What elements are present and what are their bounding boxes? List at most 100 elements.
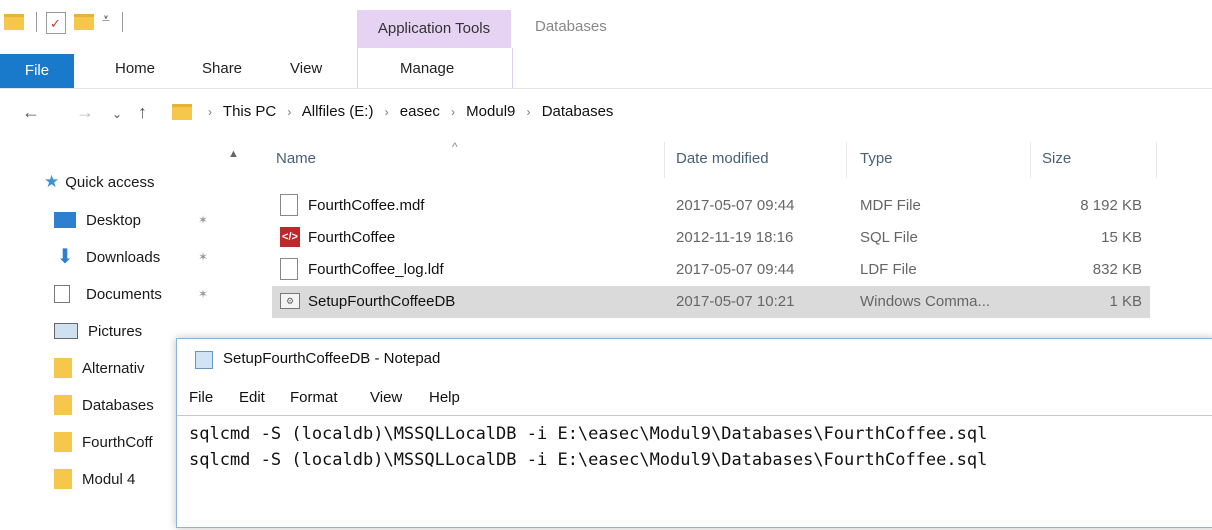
cmd-file-icon: ⚙ bbox=[280, 293, 300, 309]
chevron-right-icon[interactable]: › bbox=[451, 105, 455, 119]
breadcrumb-allfiles[interactable]: Allfiles (E:) bbox=[302, 103, 374, 120]
column-divider[interactable] bbox=[846, 142, 847, 178]
context-group-label: Application Tools bbox=[377, 20, 491, 37]
tab-file[interactable]: File bbox=[0, 54, 74, 88]
nav-item-fourthcoffee[interactable]: FourthCoff bbox=[54, 427, 153, 457]
folder-icon bbox=[54, 395, 72, 415]
file-type: MDF File bbox=[860, 197, 921, 214]
file-date: 2017-05-07 10:21 bbox=[676, 293, 795, 310]
folder-icon bbox=[54, 432, 72, 452]
menu-view[interactable]: View bbox=[370, 389, 402, 406]
nav-item-label: Databases bbox=[82, 396, 154, 414]
file-size: 1 KB bbox=[1109, 293, 1142, 310]
breadcrumb-this-pc[interactable]: This PC bbox=[223, 103, 276, 120]
column-divider[interactable] bbox=[664, 142, 665, 178]
nav-item-desktop[interactable]: Desktop bbox=[54, 205, 141, 235]
recent-locations-chevron-icon[interactable]: ⌄ bbox=[112, 107, 122, 121]
notepad-icon bbox=[195, 351, 213, 369]
file-size: 15 KB bbox=[1101, 229, 1142, 246]
file-name: FourthCoffee.mdf bbox=[308, 197, 425, 214]
tab-view[interactable]: View bbox=[290, 60, 322, 77]
breadcrumb-easec[interactable]: easec bbox=[400, 103, 440, 120]
chevron-right-icon: › bbox=[208, 105, 212, 119]
nav-item-modul4[interactable]: Modul 4 bbox=[54, 464, 135, 494]
nav-item-label: Downloads bbox=[86, 248, 161, 266]
tab-home[interactable]: Home bbox=[115, 60, 155, 77]
window-location-title: Databases bbox=[535, 18, 607, 35]
file-date: 2017-05-07 09:44 bbox=[676, 197, 795, 214]
desktop-icon bbox=[54, 212, 76, 228]
breadcrumb-modul9[interactable]: Modul9 bbox=[466, 103, 515, 120]
star-icon: ★ bbox=[44, 172, 60, 191]
menu-file[interactable]: File bbox=[189, 389, 213, 406]
chevron-right-icon[interactable]: › bbox=[527, 105, 531, 119]
column-header-date[interactable]: Date modified bbox=[676, 150, 769, 167]
menu-help[interactable]: Help bbox=[429, 389, 460, 406]
column-header-type[interactable]: Type bbox=[860, 150, 893, 167]
toolbar-divider bbox=[122, 12, 123, 32]
menu-format[interactable]: Format bbox=[290, 389, 338, 406]
nav-item-label: Modul 4 bbox=[82, 470, 136, 488]
sort-ascending-icon: ^ bbox=[452, 140, 458, 154]
pin-icon[interactable]: ✶ bbox=[198, 287, 208, 301]
file-type: SQL File bbox=[860, 229, 918, 246]
folder-icon bbox=[54, 358, 72, 378]
nav-item-label: FourthCoff bbox=[82, 433, 153, 451]
folder-icon bbox=[54, 469, 72, 489]
forward-arrow-icon[interactable]: → bbox=[76, 102, 94, 123]
column-divider[interactable] bbox=[1030, 142, 1031, 178]
chevron-right-icon[interactable]: › bbox=[385, 105, 389, 119]
file-name: FourthCoffee bbox=[308, 229, 396, 246]
chevron-right-icon[interactable]: › bbox=[287, 105, 291, 119]
nav-quick-access[interactable]: ★ Quick access bbox=[44, 172, 154, 192]
file-size: 8 192 KB bbox=[1080, 197, 1142, 214]
column-divider[interactable] bbox=[1156, 142, 1157, 178]
file-icon bbox=[280, 194, 298, 216]
notepad-title: SetupFourthCoffeeDB - Notepad bbox=[223, 350, 441, 367]
nav-item-downloads[interactable]: ⬇ Downloads bbox=[54, 242, 161, 272]
nav-item-documents[interactable]: Documents bbox=[54, 279, 162, 309]
pictures-icon bbox=[54, 323, 78, 339]
file-date: 2017-05-07 09:44 bbox=[676, 261, 795, 278]
download-icon: ⬇ bbox=[56, 246, 74, 268]
documents-icon bbox=[54, 285, 70, 303]
pin-icon[interactable]: ✶ bbox=[198, 213, 208, 227]
nav-quick-access-label: Quick access bbox=[65, 173, 155, 191]
customize-toolbar-icon[interactable]: ⩡ bbox=[102, 10, 110, 27]
file-row[interactable]: </> FourthCoffee 2012-11-19 18:16 SQL Fi… bbox=[272, 222, 1150, 254]
nav-item-label: Documents bbox=[86, 285, 162, 303]
tab-share[interactable]: Share bbox=[202, 60, 242, 77]
properties-icon[interactable]: ✓ bbox=[46, 12, 66, 34]
pin-icon[interactable]: ✶ bbox=[198, 250, 208, 264]
tab-manage[interactable]: Manage bbox=[400, 60, 454, 77]
file-name: SetupFourthCoffeeDB bbox=[308, 293, 456, 310]
back-arrow-icon[interactable]: ← bbox=[22, 102, 40, 123]
nav-item-label: Desktop bbox=[86, 211, 142, 229]
scroll-up-arrow-icon[interactable]: ▲ bbox=[228, 148, 239, 160]
folder-icon[interactable] bbox=[4, 14, 24, 30]
new-folder-icon[interactable] bbox=[74, 14, 94, 30]
notepad-text-area[interactable]: sqlcmd -S (localdb)\MSSQLLocalDB -i E:\e… bbox=[177, 415, 1212, 530]
sql-file-icon: </> bbox=[280, 227, 300, 247]
file-row[interactable]: FourthCoffee.mdf 2017-05-07 09:44 MDF Fi… bbox=[272, 190, 1150, 222]
file-type: Windows Comma... bbox=[860, 293, 991, 310]
notepad-window[interactable]: SetupFourthCoffeeDB - Notepad File Edit … bbox=[176, 338, 1212, 528]
nav-item-pictures[interactable]: Pictures bbox=[54, 316, 142, 346]
breadcrumb: › This PC › Allfiles (E:) › easec › Modu… bbox=[208, 103, 613, 120]
file-row[interactable]: FourthCoffee_log.ldf 2017-05-07 09:44 LD… bbox=[272, 254, 1150, 286]
file-type: LDF File bbox=[860, 261, 917, 278]
column-header-size[interactable]: Size bbox=[1042, 150, 1071, 167]
up-arrow-icon[interactable]: ↑ bbox=[138, 102, 147, 123]
column-header-name[interactable]: Name bbox=[276, 150, 316, 167]
nav-item-alternativ[interactable]: Alternativ bbox=[54, 353, 145, 383]
file-row-selected[interactable]: ⚙ SetupFourthCoffeeDB 2017-05-07 10:21 W… bbox=[272, 286, 1150, 318]
quick-access-toolbar: ✓ ⩡ bbox=[0, 0, 360, 46]
menu-edit[interactable]: Edit bbox=[239, 389, 265, 406]
breadcrumb-databases[interactable]: Databases bbox=[542, 103, 614, 120]
text-line: sqlcmd -S (localdb)\MSSQLLocalDB -i E:\e… bbox=[189, 450, 988, 470]
nav-item-label: Alternativ bbox=[82, 359, 145, 377]
file-date: 2012-11-19 18:16 bbox=[676, 229, 794, 246]
ribbon-tab-row bbox=[0, 54, 1212, 89]
nav-item-databases[interactable]: Databases bbox=[54, 390, 154, 420]
nav-item-label: Pictures bbox=[88, 322, 143, 340]
